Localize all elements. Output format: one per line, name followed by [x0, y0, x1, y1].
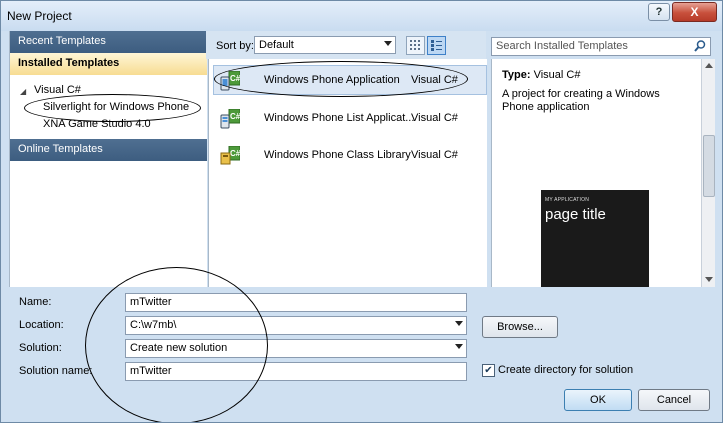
- templates-sidebar: Recent Templates Installed Templates ◢ V…: [9, 31, 207, 287]
- details-scrollbar[interactable]: [701, 59, 715, 287]
- svg-text:C#: C#: [230, 112, 240, 121]
- template-name: Windows Phone Class Library: [264, 149, 411, 161]
- solution-name-field-box: [125, 362, 467, 381]
- tree-item-silverlight-windows-phone[interactable]: Silverlight for Windows Phone: [43, 101, 189, 113]
- template-name: Windows Phone List Applicat...: [264, 112, 415, 124]
- close-button[interactable]: X: [672, 2, 717, 22]
- name-label: Name:: [19, 296, 52, 308]
- online-templates-header[interactable]: Online Templates: [10, 139, 207, 161]
- tree-expand-arrow-icon[interactable]: ◢: [20, 87, 26, 96]
- sort-by-value: Default: [259, 39, 294, 51]
- location-value: C:\w7mb\: [130, 319, 177, 331]
- template-language: Visual C#: [411, 149, 458, 161]
- browse-button[interactable]: Browse...: [482, 316, 558, 338]
- class-library-project-icon: C#: [220, 146, 240, 165]
- tree-item-xna-game-studio[interactable]: XNA Game Studio 4.0: [43, 118, 151, 130]
- solution-label: Solution:: [19, 342, 62, 354]
- dialog-title: New Project: [7, 9, 72, 23]
- svg-text:C#: C#: [230, 149, 240, 158]
- small-icons-view-button[interactable]: [406, 36, 425, 55]
- solution-value: Create new solution: [130, 342, 228, 354]
- type-label: Type:: [502, 69, 531, 81]
- template-language: Visual C#: [411, 74, 458, 86]
- template-name: Windows Phone Application: [264, 74, 400, 86]
- type-value: Visual C#: [533, 69, 581, 81]
- template-language: Visual C#: [411, 112, 458, 124]
- create-directory-label[interactable]: Create directory for solution: [498, 364, 633, 376]
- medium-icons-view-button[interactable]: [427, 36, 446, 55]
- ok-button[interactable]: OK: [564, 389, 632, 411]
- solution-name-field[interactable]: [128, 364, 452, 378]
- preview-app-name: MY APPLICATION: [545, 197, 590, 203]
- template-type: Type: Visual C#: [502, 69, 580, 81]
- installed-templates-label: Installed Templates: [18, 57, 120, 69]
- search-icon[interactable]: [693, 39, 707, 53]
- location-label: Location:: [19, 319, 64, 331]
- sort-toolbar: Sort by: Default: [206, 31, 486, 59]
- solution-select[interactable]: Create new solution: [125, 339, 467, 358]
- recent-templates-header[interactable]: Recent Templates: [10, 31, 207, 53]
- template-description: A project for creating a Windows Phone a…: [502, 88, 660, 113]
- csharp-phone-project-icon: C#: [220, 71, 240, 91]
- help-button[interactable]: ?: [648, 3, 670, 21]
- svg-text:C#: C#: [230, 74, 240, 83]
- template-details-pane: Type: Visual C# A project for creating a…: [491, 59, 702, 287]
- title-bar: New Project ? X: [1, 1, 722, 31]
- create-directory-checkbox[interactable]: ✔: [482, 364, 495, 377]
- sort-by-select[interactable]: Default: [254, 36, 396, 54]
- tree-item-visual-csharp[interactable]: Visual C#: [34, 84, 81, 96]
- scroll-thumb[interactable]: [703, 135, 715, 197]
- name-field[interactable]: [128, 295, 452, 309]
- template-item-windows-phone-application[interactable]: C# Windows Phone Application Visual C#: [213, 65, 487, 95]
- preview-page-title: page title: [545, 206, 606, 223]
- name-field-box: [125, 293, 467, 312]
- project-settings-form: Name: Location: C:\w7mb\ Browse... Solut…: [1, 287, 722, 422]
- location-combobox[interactable]: C:\w7mb\: [125, 316, 467, 335]
- search-box: [491, 37, 711, 56]
- scroll-down-icon[interactable]: [705, 277, 713, 282]
- list-view-icon: [431, 40, 442, 51]
- template-item-windows-phone-class-library[interactable]: C# Windows Phone Class Library Visual C#: [214, 141, 486, 169]
- online-templates-label: Online Templates: [18, 143, 103, 155]
- chevron-down-icon: [455, 344, 463, 349]
- template-item-windows-phone-list-application[interactable]: C# Windows Phone List Applicat... Visual…: [214, 104, 486, 132]
- phone-list-project-icon: C#: [220, 109, 240, 129]
- search-input[interactable]: [494, 39, 688, 53]
- grid-view-icon: [410, 40, 420, 50]
- solution-name-label: Solution name:: [19, 365, 93, 377]
- new-project-dialog: New Project ? X Recent Templates Install…: [0, 0, 723, 423]
- installed-templates-header[interactable]: Installed Templates: [10, 53, 207, 75]
- sort-by-label: Sort by:: [216, 40, 254, 52]
- scroll-up-icon[interactable]: [705, 63, 713, 68]
- cancel-button[interactable]: Cancel: [638, 389, 710, 411]
- recent-templates-label: Recent Templates: [18, 35, 106, 47]
- checkmark-icon: ✔: [484, 365, 493, 376]
- template-list: C# Windows Phone Application Visual C# C…: [208, 59, 487, 287]
- chevron-down-icon: [384, 41, 392, 46]
- phone-preview-image: MY APPLICATION page title: [541, 190, 649, 287]
- chevron-down-icon: [455, 321, 463, 326]
